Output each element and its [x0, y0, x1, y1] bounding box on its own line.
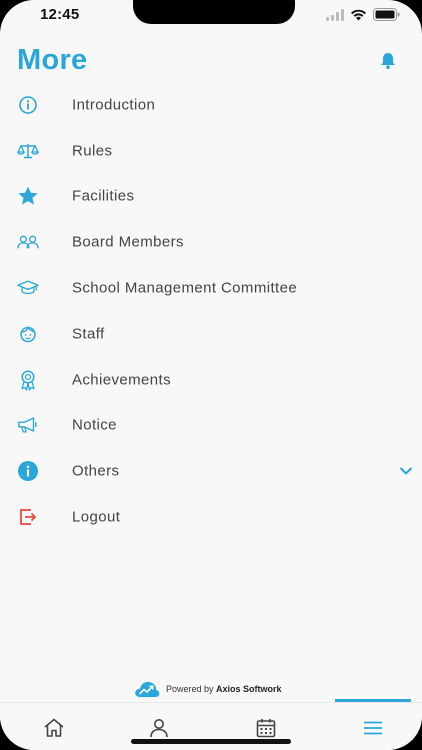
status-time: 12:45 [40, 6, 80, 23]
menu-item-label: School Management Committee [72, 279, 298, 297]
info-outline-icon [17, 94, 39, 116]
menu-item-staff[interactable]: Staff [0, 311, 422, 357]
menu-item-label: Staff [72, 325, 105, 343]
menu-item-label: Introduction [72, 96, 156, 114]
signal-icon [326, 8, 344, 21]
company-name: Axios Softwork [216, 684, 282, 694]
megaphone-icon [17, 414, 39, 436]
menu-item-school-management-committee[interactable]: School Management Committee [0, 265, 422, 311]
award-ribbon-icon [17, 369, 39, 391]
powered-by: Powered by Axios Softwork [0, 677, 422, 701]
menu-item-label: Facilities [72, 187, 135, 205]
menu-item-others[interactable]: Others [0, 448, 422, 494]
info-filled-icon [17, 460, 39, 482]
menu-item-achievements[interactable]: Achievements [0, 357, 422, 403]
bell-icon[interactable] [378, 51, 398, 71]
status-icons [326, 8, 400, 21]
menu-item-notice[interactable]: Notice [0, 403, 422, 449]
menu-item-facilities[interactable]: Facilities [0, 174, 422, 220]
menu-item-label: Others [72, 462, 120, 480]
powered-by-text: Powered by Axios Softwork [166, 684, 282, 694]
group-icon [17, 231, 39, 253]
star-icon [17, 185, 39, 207]
menu-item-logout[interactable]: Logout [0, 494, 422, 540]
menu-item-label: Rules [72, 142, 113, 160]
home-icon[interactable] [43, 717, 65, 739]
face-icon [17, 323, 39, 345]
home-indicator [131, 739, 291, 744]
status-bar: 12:45 [0, 0, 422, 34]
menu-item-label: Logout [72, 508, 121, 526]
wifi-icon [351, 9, 366, 20]
menu-item-label: Board Members [72, 233, 184, 251]
hamburger-menu-icon[interactable] [362, 717, 384, 739]
screen: 12:45 More Introduction Rules Facilities… [0, 0, 422, 750]
axios-logo-icon [135, 681, 160, 697]
menu-item-rules[interactable]: Rules [0, 128, 422, 174]
menu-item-board-members[interactable]: Board Members [0, 219, 422, 265]
phone-frame: 12:45 More Introduction Rules Facilities… [0, 0, 422, 750]
person-icon[interactable] [148, 717, 170, 739]
balance-scale-icon [17, 140, 39, 162]
page-title: More [17, 44, 88, 76]
chevron-down-icon[interactable] [399, 466, 413, 476]
menu-item-label: Notice [72, 416, 117, 434]
menu-item-label: Achievements [72, 371, 172, 389]
menu-item-introduction[interactable]: Introduction [0, 82, 422, 128]
battery-icon [373, 8, 400, 21]
calendar-icon[interactable] [255, 717, 277, 739]
more-menu: Introduction Rules Facilities Board Memb… [0, 82, 422, 540]
notch [133, 0, 295, 24]
graduation-cap-icon [17, 277, 39, 299]
logout-icon [17, 506, 39, 528]
